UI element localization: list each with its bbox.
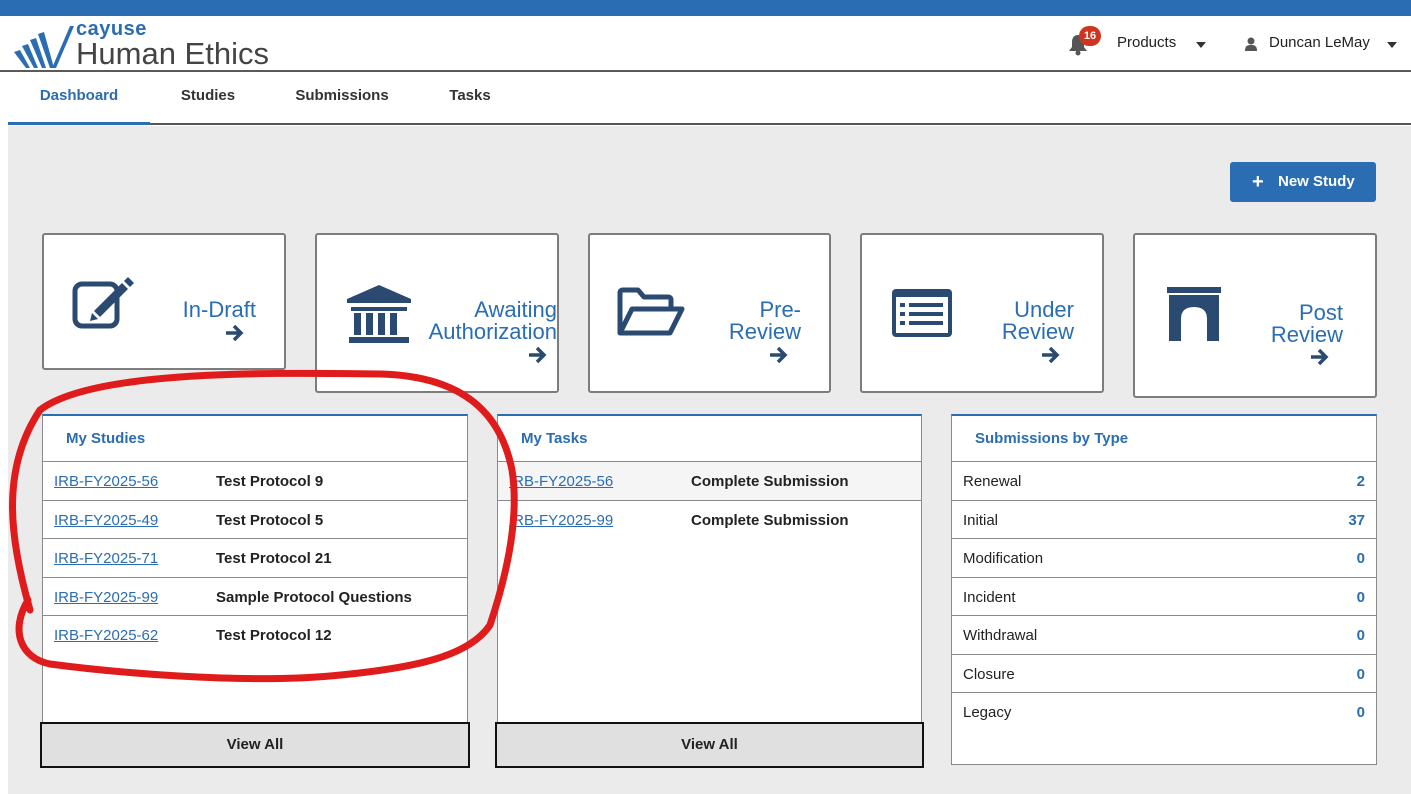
archway-icon bbox=[1167, 287, 1221, 341]
submission-type-count[interactable]: 2 bbox=[1357, 473, 1365, 490]
arrow-right-icon bbox=[770, 346, 788, 364]
table-row: IRB-FY2025-62 Test Protocol 12 bbox=[43, 616, 467, 655]
submission-type-label: Renewal bbox=[963, 473, 1022, 490]
submission-type-count[interactable]: 0 bbox=[1357, 666, 1365, 683]
task-study-id-link[interactable]: IRB-FY2025-99 bbox=[509, 512, 613, 529]
tile-label-line2: Review bbox=[1001, 319, 1074, 344]
tile-label-line1: Post bbox=[1298, 300, 1343, 325]
table-row: IRB-FY2025-71 Test Protocol 21 bbox=[43, 539, 467, 578]
tile-label-line1: Awaiting bbox=[474, 297, 557, 322]
app-header: cayuse Human Ethics 16 Products Duncan L… bbox=[0, 16, 1411, 72]
table-row: IRB-FY2025-99 Sample Protocol Questions bbox=[43, 578, 467, 616]
study-id-link[interactable]: IRB-FY2025-71 bbox=[54, 550, 158, 567]
task-name: Complete Submission bbox=[691, 511, 849, 529]
edit-icon bbox=[72, 277, 134, 329]
arrow-right-icon bbox=[1311, 348, 1329, 366]
my-tasks-title: My Tasks bbox=[498, 416, 921, 462]
study-id-link[interactable]: IRB-FY2025-49 bbox=[54, 512, 158, 529]
tile-post-review[interactable]: Post Review bbox=[1133, 233, 1377, 398]
study-name: Test Protocol 12 bbox=[216, 627, 332, 644]
submission-type-label: Withdrawal bbox=[963, 627, 1038, 644]
tab-tasks[interactable]: Tasks bbox=[440, 73, 500, 123]
folder-open-icon bbox=[617, 287, 685, 336]
arrow-right-icon bbox=[529, 346, 547, 364]
tile-label-line2: Review bbox=[1270, 322, 1343, 347]
my-studies-view-all-button[interactable]: View All bbox=[40, 722, 470, 768]
submission-type-count[interactable]: 0 bbox=[1357, 550, 1365, 567]
submission-type-label: Legacy bbox=[963, 704, 1012, 721]
task-study-id-link[interactable]: IRB-FY2025-56 bbox=[509, 473, 613, 490]
app-logo[interactable]: cayuse Human Ethics bbox=[12, 18, 269, 71]
main-nav: Dashboard Studies Submissions Tasks bbox=[8, 73, 1411, 125]
tile-awaiting-authorization[interactable]: Awaiting Authorization bbox=[315, 233, 559, 393]
study-id-link[interactable]: IRB-FY2025-62 bbox=[54, 627, 158, 644]
plus-icon: + bbox=[1252, 171, 1264, 193]
products-menu[interactable]: Products bbox=[1117, 34, 1176, 51]
submission-type-count[interactable]: 0 bbox=[1357, 704, 1365, 721]
tab-dashboard[interactable]: Dashboard bbox=[8, 73, 150, 123]
tile-label-line1: Under bbox=[1014, 297, 1074, 322]
my-tasks-panel: My Tasks IRB-FY2025-56 Complete Submissi… bbox=[497, 414, 922, 754]
tile-label-line1: Pre- bbox=[759, 297, 801, 322]
tab-submissions[interactable]: Submissions bbox=[288, 73, 396, 123]
tile-label-line1: In-Draft bbox=[182, 297, 256, 322]
submission-type-count[interactable]: 0 bbox=[1357, 589, 1365, 606]
submission-type-count[interactable]: 0 bbox=[1357, 627, 1365, 644]
active-tab-indicator bbox=[8, 122, 150, 125]
list-alt-icon bbox=[892, 289, 952, 337]
my-studies-panel: My Studies IRB-FY2025-56 Test Protocol 9… bbox=[42, 414, 468, 754]
table-row: IRB-FY2025-99 Complete Submission bbox=[498, 501, 921, 540]
tile-in-draft[interactable]: In-Draft bbox=[42, 233, 286, 370]
tab-studies[interactable]: Studies bbox=[168, 73, 248, 123]
study-name: Test Protocol 21 bbox=[216, 550, 332, 567]
study-name: Test Protocol 5 bbox=[216, 511, 324, 529]
tile-label-line2: Authorization bbox=[428, 319, 557, 344]
tile-label-line2: Review bbox=[728, 319, 801, 344]
my-studies-title: My Studies bbox=[43, 416, 467, 462]
top-accent-bar bbox=[0, 0, 1411, 16]
submissions-by-type-panel: Submissions by Type Renewal 2 Initial 37… bbox=[951, 414, 1377, 765]
arrow-right-icon bbox=[1042, 346, 1060, 364]
submission-type-label: Initial bbox=[963, 511, 999, 529]
table-row: IRB-FY2025-56 Test Protocol 9 bbox=[43, 462, 467, 501]
products-caret-icon[interactable] bbox=[1196, 42, 1206, 48]
list-item[interactable]: Initial 37 bbox=[952, 501, 1376, 539]
list-item[interactable]: Legacy 0 bbox=[952, 693, 1376, 732]
cayuse-logo-icon bbox=[14, 26, 74, 68]
task-name: Complete Submission bbox=[691, 473, 849, 490]
user-menu[interactable]: Duncan LeMay bbox=[1269, 34, 1370, 51]
new-study-label: New Study bbox=[1278, 173, 1355, 190]
tile-under-review[interactable]: Under Review bbox=[860, 233, 1104, 393]
submission-type-label: Modification bbox=[963, 550, 1044, 567]
new-study-button[interactable]: + New Study bbox=[1230, 162, 1376, 202]
my-tasks-view-all-button[interactable]: View All bbox=[495, 722, 924, 768]
logo-product-text: Human Ethics bbox=[76, 36, 269, 71]
table-row: IRB-FY2025-49 Test Protocol 5 bbox=[43, 501, 467, 539]
list-item[interactable]: Incident 0 bbox=[952, 578, 1376, 616]
notification-badge: 16 bbox=[1079, 26, 1101, 46]
tile-pre-review[interactable]: Pre- Review bbox=[588, 233, 831, 393]
list-item[interactable]: Withdrawal 0 bbox=[952, 616, 1376, 655]
list-item[interactable]: Modification 0 bbox=[952, 539, 1376, 578]
list-item[interactable]: Closure 0 bbox=[952, 655, 1376, 693]
study-name: Test Protocol 9 bbox=[216, 473, 324, 490]
study-id-link[interactable]: IRB-FY2025-99 bbox=[54, 589, 158, 606]
user-icon bbox=[1245, 37, 1257, 51]
submission-type-label: Closure bbox=[963, 665, 1015, 683]
arrow-right-icon bbox=[226, 324, 244, 342]
submission-type-count[interactable]: 37 bbox=[1348, 512, 1365, 529]
institution-icon bbox=[347, 285, 411, 343]
list-item[interactable]: Renewal 2 bbox=[952, 462, 1376, 501]
submissions-by-type-title: Submissions by Type bbox=[952, 416, 1376, 462]
study-id-link[interactable]: IRB-FY2025-56 bbox=[54, 473, 158, 490]
submission-type-label: Incident bbox=[963, 588, 1016, 606]
user-caret-icon[interactable] bbox=[1387, 42, 1397, 48]
table-row: IRB-FY2025-56 Complete Submission bbox=[498, 462, 921, 501]
study-name: Sample Protocol Questions bbox=[216, 588, 412, 606]
